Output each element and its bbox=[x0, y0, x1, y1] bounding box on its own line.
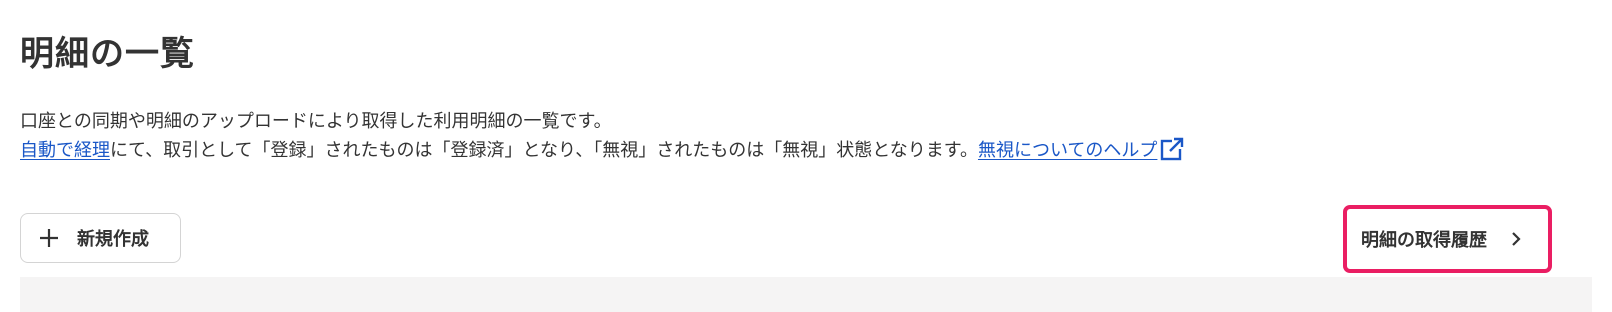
auto-accounting-link[interactable]: 自動で経理 bbox=[20, 140, 110, 161]
new-create-button-label: 新規作成 bbox=[77, 229, 149, 250]
description-line-2: 自動で経理にて、取引として「登録」されたものは「登録済」となり、「無視」されたも… bbox=[20, 136, 1185, 164]
page-title: 明細の一覧 bbox=[20, 34, 195, 74]
fetch-history-button-label: 明細の取得履歴 bbox=[1361, 230, 1487, 251]
ignore-help-link[interactable]: 無視についてのヘルプ bbox=[977, 137, 1185, 161]
chevron-right-icon bbox=[1512, 232, 1521, 246]
description-line-2-text: にて、取引として「登録」されたものは「登録済」となり、「無視」されたものは「無視… bbox=[110, 140, 978, 161]
external-link-icon bbox=[1161, 137, 1185, 161]
page-description: 口座との同期や明細のアップロードにより取得した利用明細の一覧です。 自動で経理に… bbox=[20, 108, 1185, 164]
ignore-help-link-label: 無視についてのヘルプ bbox=[977, 140, 1158, 161]
statement-list-area bbox=[20, 277, 1592, 312]
description-line-1: 口座との同期や明細のアップロードにより取得した利用明細の一覧です。 bbox=[20, 111, 612, 132]
new-create-button[interactable]: 新規作成 bbox=[20, 213, 181, 263]
page: 明細の一覧 口座との同期や明細のアップロードにより取得した利用明細の一覧です。 … bbox=[0, 0, 1612, 312]
plus-icon bbox=[40, 229, 58, 247]
fetch-history-button[interactable]: 明細の取得履歴 bbox=[1343, 205, 1552, 273]
